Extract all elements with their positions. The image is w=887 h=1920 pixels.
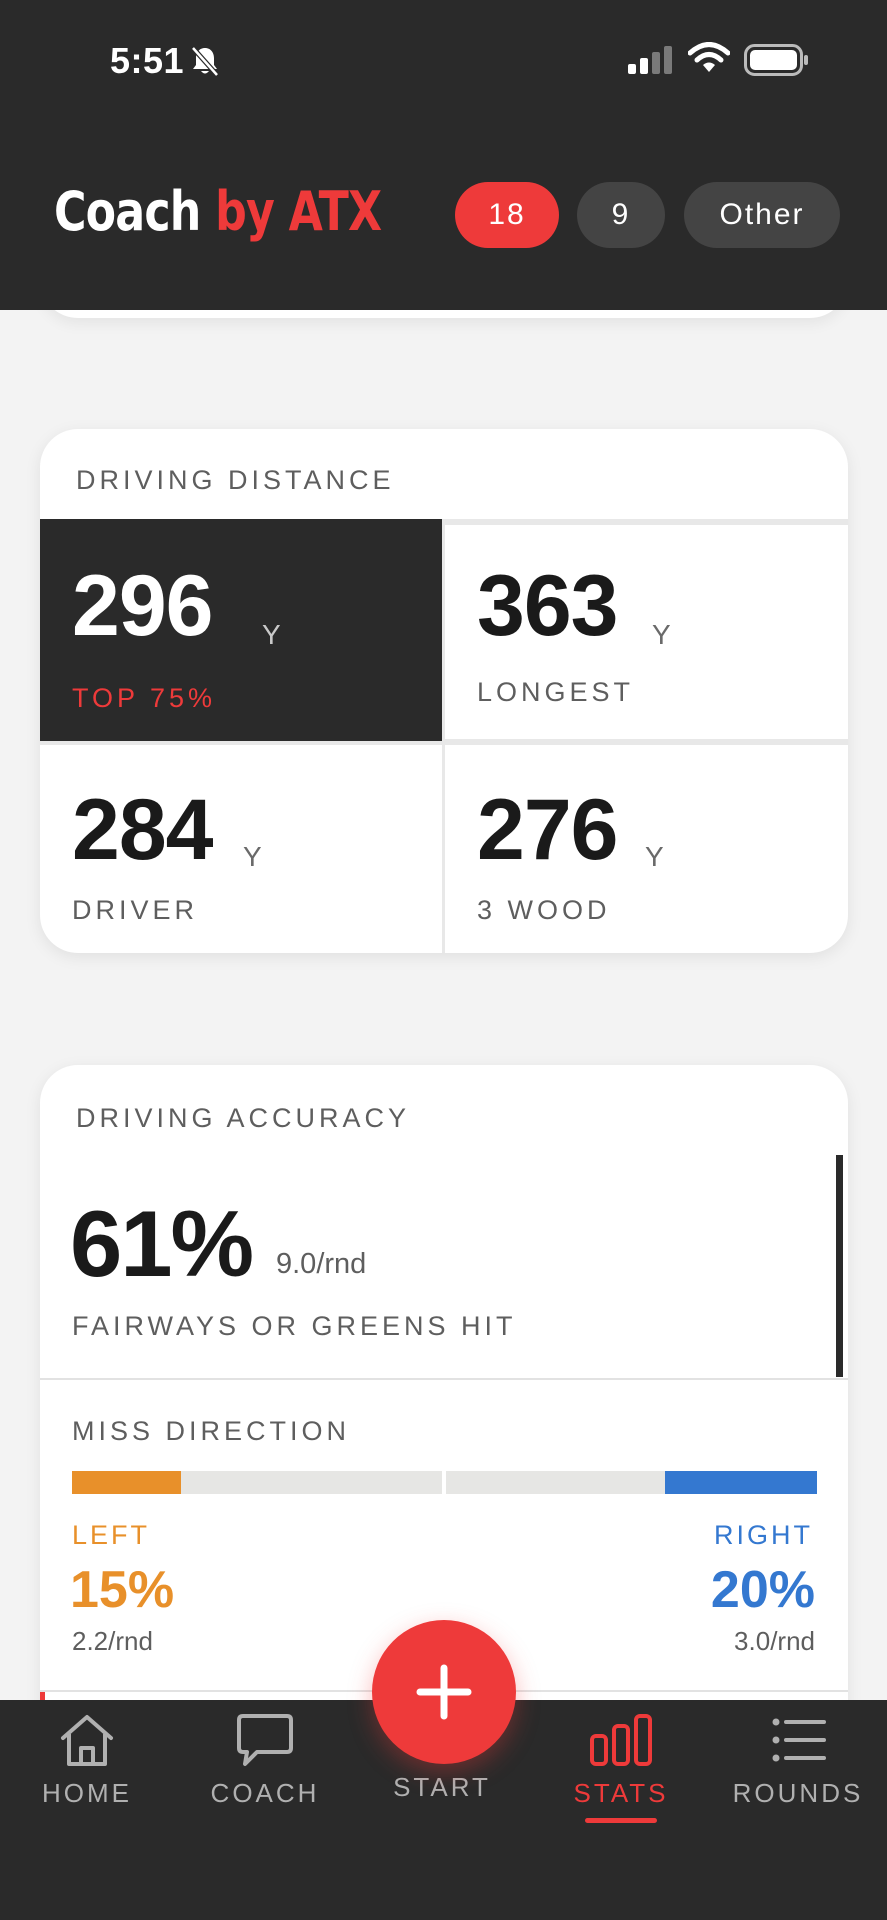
stat-value: 296 (72, 558, 213, 654)
miss-right-label: RIGHT (714, 1520, 813, 1550)
stat-unit: Y (243, 841, 262, 872)
filter-other-button[interactable]: Other (684, 182, 840, 248)
plus-icon (416, 1664, 472, 1720)
nav-rounds[interactable]: ROUNDS (718, 1712, 878, 1809)
app-logo: Coach by ATX (54, 180, 382, 243)
miss-right-per-round: 3.0/rnd (734, 1626, 815, 1656)
scroll-indicator[interactable] (836, 1155, 843, 1377)
bar-chart-icon (590, 1714, 652, 1766)
wifi-icon (688, 42, 730, 72)
card-header: DRIVING DISTANCE (40, 429, 848, 519)
start-round-button[interactable] (372, 1620, 516, 1764)
accuracy-label: FAIRWAYS OR GREENS HIT (72, 1311, 517, 1341)
app-header: 5:51 Coach by ATX 18 9 Other (0, 0, 887, 310)
driving-distance-title: DRIVING DISTANCE (76, 465, 395, 495)
battery-icon (744, 44, 808, 76)
stat-unit: Y (652, 619, 671, 650)
divider (40, 1378, 848, 1380)
nav-start[interactable]: START (362, 1772, 522, 1803)
driving-distance-card: DRIVING DISTANCE 296 Y TOP 75% 363 Y LON… (40, 429, 848, 953)
miss-right-bar (665, 1471, 817, 1494)
driver-distance-stat[interactable]: 284 Y DRIVER (40, 745, 442, 953)
list-icon (772, 1718, 826, 1762)
active-tab-indicator (585, 1818, 657, 1823)
stat-value: 363 (477, 558, 618, 654)
longest-drive-stat[interactable]: 363 Y LONGEST (445, 525, 848, 739)
nav-stats[interactable]: STATS (541, 1712, 701, 1809)
accuracy-percent: 61% (70, 1191, 254, 1296)
stat-unit: Y (262, 619, 281, 650)
stat-value: 284 (72, 782, 213, 878)
stat-label: 3 WOOD (477, 895, 611, 925)
stat-label: TOP 75% (72, 683, 217, 713)
stat-label: DRIVER (72, 895, 199, 925)
average-distance-stat[interactable]: 296 Y TOP 75% (40, 519, 442, 741)
three-wood-distance-stat[interactable]: 276 Y 3 WOOD (445, 745, 848, 953)
filter-18-holes-button[interactable]: 18 (455, 182, 559, 248)
filter-9-holes-button[interactable]: 9 (577, 182, 665, 248)
signal-icon (628, 46, 672, 74)
driving-accuracy-title: DRIVING ACCURACY (76, 1103, 411, 1133)
accuracy-per-round: 9.0/rnd (276, 1248, 367, 1280)
miss-left-label: LEFT (72, 1520, 151, 1550)
miss-left-per-round: 2.2/rnd (72, 1626, 153, 1656)
miss-left-bar (72, 1471, 181, 1494)
stat-unit: Y (645, 841, 664, 872)
stat-value: 276 (477, 782, 618, 878)
status-time: 5:51 (110, 40, 185, 81)
home-icon (61, 1715, 113, 1766)
miss-direction-title: MISS DIRECTION (72, 1416, 351, 1446)
nav-home[interactable]: HOME (7, 1712, 167, 1809)
bell-muted-icon (191, 46, 219, 77)
miss-right-percent: 20% (710, 1561, 815, 1619)
miss-left-percent: 15% (70, 1561, 175, 1619)
chat-icon (237, 1714, 293, 1766)
nav-coach[interactable]: COACH (185, 1712, 345, 1809)
stat-label: LONGEST (477, 677, 635, 707)
